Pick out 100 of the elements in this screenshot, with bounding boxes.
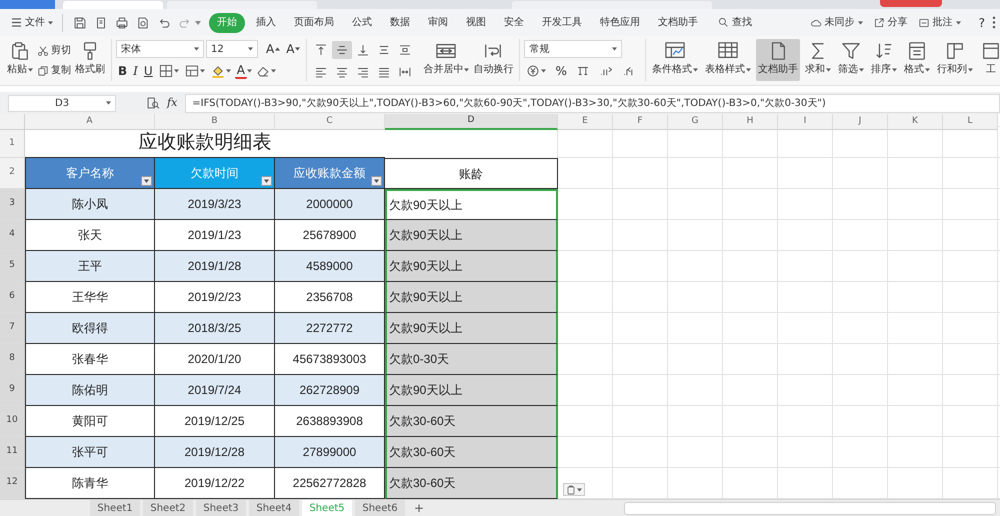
sheet-tab[interactable]: Sheet1	[90, 500, 140, 516]
sum-button[interactable]: 求和	[802, 39, 833, 81]
cell-reference-field[interactable]: D3	[8, 94, 116, 112]
toolbar-button[interactable]: 分享	[870, 12, 911, 32]
save-icon[interactable]	[72, 16, 86, 30]
sheet-tab[interactable]: Sheet4	[249, 500, 299, 516]
filter-dropdown-icon[interactable]	[261, 176, 272, 186]
table-cell[interactable]: 欠款30-60天	[385, 437, 558, 468]
format-button[interactable]: 格式	[902, 39, 932, 81]
column-header[interactable]: E	[558, 114, 613, 130]
table-cell[interactable]: 欠款30-60天	[385, 406, 558, 437]
merge-center-button[interactable]: 合并居中	[421, 39, 472, 81]
ribbon-tab[interactable]: 页面布局	[285, 12, 343, 32]
eraser-icon[interactable]	[256, 64, 270, 78]
thousands-separator-icon[interactable]	[576, 64, 590, 78]
worksheet-button[interactable]: 工	[978, 39, 1000, 81]
row-number[interactable]: 5	[0, 251, 25, 282]
sheet-tab[interactable]: Sheet2	[143, 500, 193, 516]
column-header[interactable]: K	[888, 114, 943, 130]
row-number[interactable]: 12	[0, 468, 25, 499]
increase-font-button[interactable]: A	[264, 40, 282, 58]
spreadsheet-grid[interactable]	[0, 114, 1000, 499]
caret-icon[interactable]	[195, 20, 201, 24]
formula-field[interactable]: =IFS(TODAY()-B3>90,"欠款90天以上",TODAY()-B3>60,"欠款60-90天",TODAY()-B3>30,"欠款30-60天",TODAY()-B3>0,"欠款0-30天")	[185, 94, 1000, 112]
justify-icon[interactable]	[377, 65, 392, 79]
document-assistant-button[interactable]: 文档助手	[756, 39, 800, 81]
distributed-icon[interactable]	[398, 65, 412, 79]
table-cell[interactable]: 欠款90天以上	[385, 189, 558, 220]
sheet-tab[interactable]: Sheet3	[196, 500, 246, 516]
toolbar-button[interactable]: 未同步	[806, 12, 866, 32]
toolbar-button[interactable]: 批注	[914, 12, 964, 32]
ribbon-tab[interactable]: 文档助手	[649, 12, 707, 32]
box-between-lines-icon[interactable]	[398, 43, 412, 57]
ribbon-tab[interactable]: 开发工具	[533, 12, 591, 32]
font-size-select[interactable]: 12	[206, 40, 258, 58]
column-header[interactable]: L	[943, 114, 998, 130]
table-cell[interactable]: 欠款90天以上	[385, 251, 558, 282]
row-number[interactable]: 8	[0, 344, 25, 375]
column-header[interactable]: B	[155, 114, 275, 130]
currency-icon[interactable]	[526, 64, 540, 78]
table-cell[interactable]: 欠款90天以上	[385, 375, 558, 406]
row-number[interactable]: 10	[0, 406, 25, 437]
ribbon-tab[interactable]: 安全	[495, 12, 533, 32]
file-menu[interactable]: 文件	[8, 12, 56, 32]
conditional-format-button[interactable]: 条件格式	[650, 39, 700, 81]
align-left-icon[interactable]	[314, 65, 328, 79]
row-number[interactable]: 6	[0, 282, 25, 313]
row-number[interactable]: 4	[0, 220, 25, 251]
sheet-tab[interactable]: Sheet6	[355, 500, 405, 516]
cut-button[interactable]: 剪切	[35, 42, 73, 59]
table-icon[interactable]	[184, 64, 199, 78]
column-header[interactable]: H	[723, 114, 778, 130]
number-format-select[interactable]: 常规	[524, 40, 622, 58]
ribbon-tab[interactable]: 审阅	[419, 12, 457, 32]
row-number[interactable]: 11	[0, 437, 25, 468]
ribbon-tab[interactable]: 插入	[247, 12, 285, 32]
table-cell[interactable]: 欠款0-30天	[385, 344, 558, 375]
column-header[interactable]: C	[275, 114, 385, 130]
borders-icon[interactable]	[158, 64, 173, 78]
column-header[interactable]: F	[613, 114, 668, 130]
print-icon[interactable]	[114, 16, 128, 30]
filter-dropdown-icon[interactable]	[141, 176, 152, 186]
row-number[interactable]: 7	[0, 313, 25, 344]
paste-button[interactable]: 粘贴	[5, 39, 35, 81]
ribbon-tab[interactable]: 视图	[457, 12, 495, 32]
paint-bucket-icon[interactable]	[210, 64, 225, 78]
more-icon[interactable]	[992, 16, 996, 29]
column-header[interactable]: A	[25, 114, 155, 130]
align-bottom-icon[interactable]	[356, 43, 370, 57]
decrease-font-button[interactable]: A	[284, 40, 302, 58]
column-header[interactable]: J	[833, 114, 888, 130]
ribbon-tab[interactable]: 特色应用	[591, 12, 649, 32]
row-number[interactable]: 3	[0, 189, 25, 220]
preview-icon[interactable]	[136, 16, 150, 30]
align-top-icon[interactable]	[314, 43, 328, 57]
font-color-button[interactable]: A	[234, 63, 247, 79]
row-number[interactable]: 9	[0, 375, 25, 406]
rows-columns-button[interactable]: 行和列	[934, 39, 975, 81]
sort-button[interactable]: 排序	[868, 39, 899, 81]
column-header[interactable]: I	[778, 114, 833, 130]
paste-options-button[interactable]	[563, 483, 585, 496]
align-center-icon[interactable]	[335, 65, 350, 79]
table-cell[interactable]: 欠款90天以上	[385, 220, 558, 251]
table-cell[interactable]: 欠款90天以上	[385, 313, 558, 344]
ribbon-tab[interactable]: 数据	[381, 12, 419, 32]
underline-button[interactable]: U	[142, 62, 155, 80]
search-button[interactable]: 查找	[715, 12, 755, 32]
filter-dropdown-icon[interactable]	[371, 176, 382, 186]
table-cell[interactable]: 欠款90天以上	[385, 282, 558, 313]
percent-button[interactable]: %	[553, 62, 569, 80]
font-name-select[interactable]: 宋体	[116, 40, 204, 58]
add-sheet-button[interactable]: +	[408, 500, 430, 516]
column-header[interactable]: G	[668, 114, 723, 130]
row-number[interactable]: 2	[0, 158, 25, 189]
bold-button[interactable]: B	[116, 62, 130, 80]
ribbon-tab[interactable]: 公式	[343, 12, 381, 32]
filter-button[interactable]: 筛选	[836, 39, 866, 81]
function-label[interactable]: fx	[167, 94, 178, 112]
row-number[interactable]: 1	[0, 130, 25, 158]
italic-button[interactable]: I	[131, 62, 140, 80]
